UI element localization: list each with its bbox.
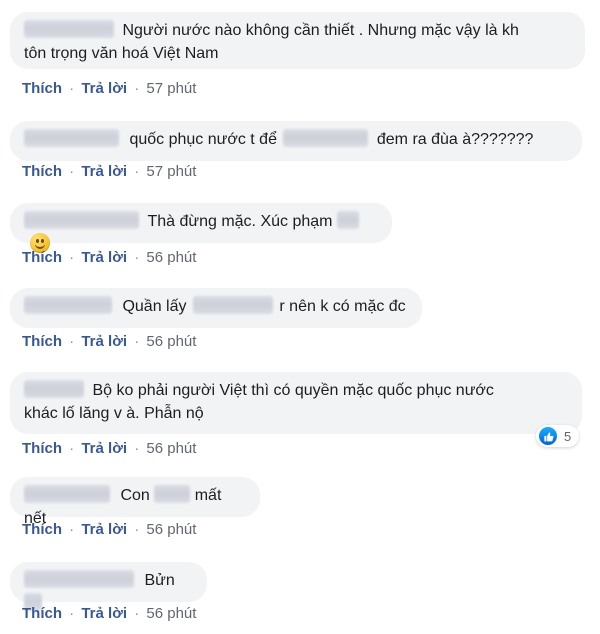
reply-link[interactable]: Trả lời [81, 333, 127, 350]
like-link[interactable]: Thích [22, 521, 62, 538]
blurred-author-name [24, 570, 134, 588]
blurred-text [336, 211, 359, 229]
separator: · [134, 605, 140, 622]
comment-text: khác lố lăng v à. Phẫn nộ [24, 405, 204, 422]
comment-text: r nên k có mặc đc [279, 298, 406, 315]
comment-text: Quần lấy [122, 298, 187, 315]
timestamp[interactable]: 56 phút [146, 249, 196, 266]
comment-bubble: quốc phục nước t để đem ra đùa à??????? [10, 121, 582, 161]
timestamp[interactable]: 57 phút [146, 163, 196, 180]
separator: · [134, 521, 140, 538]
blurred-author-name [24, 485, 110, 503]
blurred-author-name [24, 380, 84, 398]
comment-actions: Thích · Trả lời · 57 phút [22, 80, 196, 97]
separator: · [134, 333, 140, 350]
reaction-count: 5 [564, 428, 572, 444]
comment-text: tôn trọng văn hoá Việt Nam [24, 45, 219, 62]
like-link[interactable]: Thích [22, 605, 62, 622]
reaction-badge[interactable]: 5 [536, 425, 580, 447]
separator: · [69, 249, 75, 266]
separator: · [69, 80, 75, 97]
reply-link[interactable]: Trả lời [81, 249, 127, 266]
comment-actions: Thích · Trả lời · 56 phút [22, 333, 196, 350]
separator: · [69, 163, 75, 180]
blurred-author-name [24, 211, 139, 229]
comment-bubble: Bửn [10, 562, 207, 611]
blurred-author-name [24, 129, 119, 147]
comment-text: quốc phục nước t để [129, 131, 277, 148]
comment-text: Bộ ko phải người Việt thì có quyền mặc q… [92, 382, 494, 399]
comment-actions: Thích · Trả lời · 57 phút [22, 163, 196, 180]
comment-text: đem ra đùa à??????? [376, 131, 534, 148]
blurred-text [192, 296, 273, 314]
like-link[interactable]: Thích [22, 249, 62, 266]
separator: · [69, 605, 75, 622]
separator: · [69, 521, 75, 538]
separator: · [134, 80, 140, 97]
like-icon [538, 426, 558, 446]
blurred-author-name [24, 20, 114, 38]
separator: · [69, 440, 75, 457]
comment-text: Con [120, 487, 150, 504]
timestamp[interactable]: 56 phút [146, 333, 196, 350]
comment-text: Người nước nào không cần thiết . Nhưng m… [122, 22, 519, 39]
comment-bubble: Bộ ko phải người Việt thì có quyền mặc q… [10, 372, 582, 434]
blurred-text [283, 129, 369, 147]
reply-link[interactable]: Trả lời [81, 163, 127, 180]
like-link[interactable]: Thích [22, 440, 62, 457]
timestamp[interactable]: 57 phút [146, 80, 196, 97]
reply-link[interactable]: Trả lời [81, 605, 127, 622]
comment-bubble: Người nước nào không cần thiết . Nhưng m… [10, 12, 585, 69]
comment-actions: Thích · Trả lời · 56 phút [22, 440, 196, 457]
separator: · [69, 333, 75, 350]
comment-text: Bửn [144, 572, 175, 589]
comment-actions: Thích · Trả lời · 56 phút [22, 521, 196, 538]
like-link[interactable]: Thích [22, 333, 62, 350]
reply-link[interactable]: Trả lời [81, 440, 127, 457]
comment-bubble: Thà đừng mặc. Xúc phạm [10, 203, 392, 253]
separator: · [134, 163, 140, 180]
timestamp[interactable]: 56 phút [146, 605, 196, 622]
blurred-text [154, 485, 191, 503]
blurred-author-name [24, 296, 112, 314]
separator: · [134, 440, 140, 457]
comment-actions: Thích · Trả lời · 56 phút [22, 249, 196, 266]
reply-link[interactable]: Trả lời [81, 521, 127, 538]
timestamp[interactable]: 56 phút [146, 521, 196, 538]
reply-link[interactable]: Trả lời [81, 80, 127, 97]
comment-text: Thà đừng mặc. Xúc phạm [147, 213, 333, 230]
comment-bubble: Quần lấy r nên k có mặc đc [10, 288, 422, 328]
comment-bubble: Con mất nết [10, 477, 260, 527]
separator: · [134, 249, 140, 266]
timestamp[interactable]: 56 phút [146, 440, 196, 457]
like-link[interactable]: Thích [22, 163, 62, 180]
like-link[interactable]: Thích [22, 80, 62, 97]
comment-actions: Thích · Trả lời · 56 phút [22, 605, 196, 622]
